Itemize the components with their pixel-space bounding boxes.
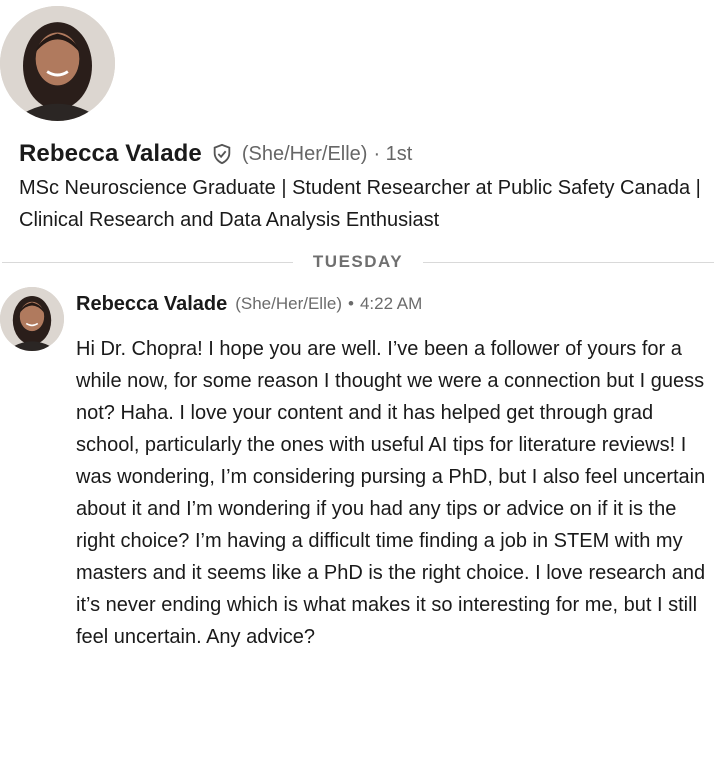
profile-name[interactable]: Rebecca Valade (19, 140, 202, 168)
shield-check-icon (211, 143, 233, 165)
day-divider: TUESDAY (0, 250, 716, 274)
message-text: Hi Dr. Chopra! I hope you are well. I’ve… (76, 338, 706, 648)
separator-dot: • (347, 294, 354, 313)
divider-line-right (423, 261, 715, 263)
sender-pronouns: (She/Her/Elle) (235, 294, 342, 313)
message-timestamp: 4:22 AM (359, 294, 423, 313)
connection-degree: · 1st (373, 142, 413, 165)
profile-pronouns: (She/Her/Elle) (241, 142, 368, 165)
divider-line-left (2, 261, 293, 263)
sender-photo (0, 287, 64, 351)
sender-name[interactable]: Rebecca Valade (76, 293, 227, 316)
message-avatar[interactable] (0, 287, 64, 351)
message-header: Rebecca Valade (She/Her/Elle) • 4:22 AM (76, 291, 422, 317)
profile-name-row: Rebecca Valade (She/Her/Elle) · 1st (19, 139, 412, 169)
profile-avatar[interactable] (0, 6, 115, 121)
day-label: TUESDAY (312, 252, 404, 271)
profile-photo (0, 6, 115, 121)
profile-headline: MSc Neuroscience Graduate | Student Rese… (19, 177, 701, 231)
